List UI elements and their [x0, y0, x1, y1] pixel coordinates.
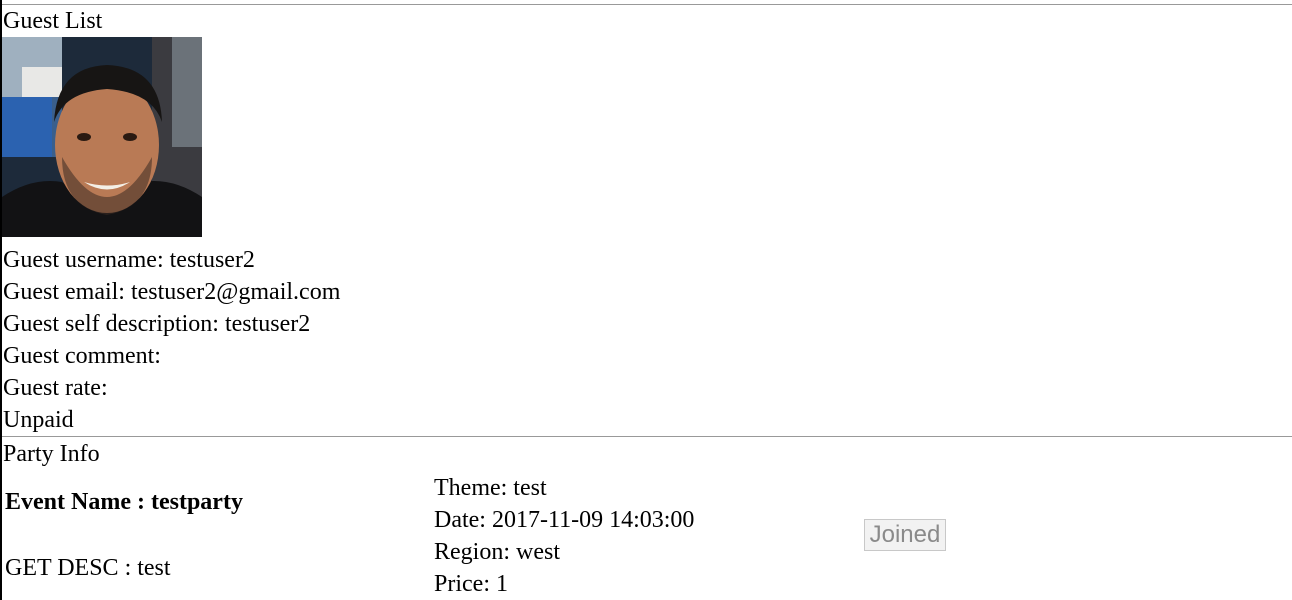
guest-comment: Guest comment:: [3, 343, 161, 369]
joined-button[interactable]: Joined: [864, 519, 946, 551]
divider-top: [2, 4, 1292, 5]
party-info-title: Party Info: [3, 441, 100, 467]
guest-list-title: Guest List: [3, 8, 103, 34]
divider-party: [2, 436, 1292, 437]
party-region: Region: west: [434, 539, 560, 565]
guest-payment-status: Unpaid: [3, 407, 74, 433]
event-name: Event Name : testparty: [5, 489, 243, 515]
party-price: Price: 1: [434, 571, 508, 597]
party-date: Date: 2017-11-09 14:03:00: [434, 507, 695, 533]
guest-username: Guest username: testuser2: [3, 247, 255, 273]
event-description: GET DESC : test: [5, 555, 171, 581]
guest-avatar: [2, 37, 202, 237]
guest-avatar-image: [2, 37, 202, 237]
guest-self-description: Guest self description: testuser2: [3, 311, 311, 337]
guest-email: Guest email: testuser2@gmail.com: [3, 279, 341, 305]
party-theme: Theme: test: [434, 475, 547, 501]
guest-rate: Guest rate:: [3, 375, 108, 401]
